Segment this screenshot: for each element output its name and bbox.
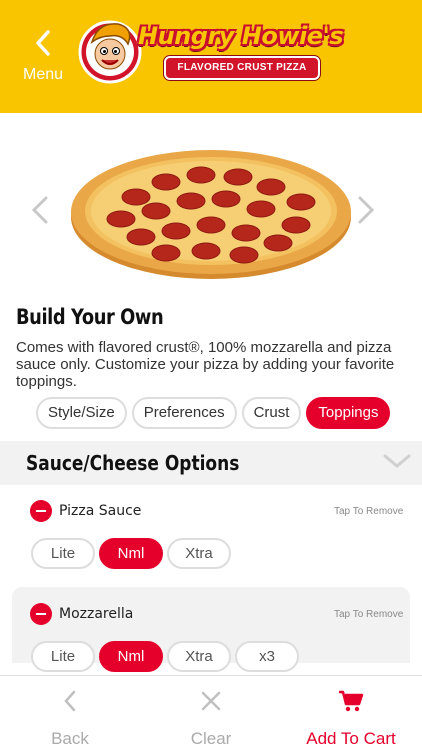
amount-nml-button[interactable]: Nml <box>99 538 163 569</box>
chevron-down-icon[interactable] <box>383 453 411 469</box>
bottom-action-bar: Back Clear Add To Cart <box>0 675 422 750</box>
tab-toppings[interactable]: Toppings <box>306 397 391 429</box>
menu-label: Menu <box>22 66 64 83</box>
remove-icon[interactable] <box>30 500 52 522</box>
mascot-icon <box>78 20 142 84</box>
back-label: Back <box>51 729 89 748</box>
close-icon <box>201 691 221 711</box>
product-image-carousel[interactable] <box>0 113 422 303</box>
clear-button[interactable]: Clear <box>141 676 281 750</box>
brand-logo: Hungry Howie's FLAVORED CRUST PIZZA <box>78 14 348 86</box>
tab-style-size[interactable]: Style/Size <box>36 397 127 429</box>
remove-icon[interactable] <box>30 603 52 625</box>
clear-label: Clear <box>190 729 232 748</box>
back-button[interactable]: Back <box>0 676 140 750</box>
amount-xtra-button[interactable]: Xtra <box>167 538 231 569</box>
logo-wordmark: Hungry Howie's <box>138 22 344 50</box>
logo-tagline: FLAVORED CRUST PIZZA <box>166 58 318 78</box>
option-mozzarella: Mozzarella Tap To Remove Lite Nml Xtra x… <box>12 587 410 672</box>
amount-selector: Lite Nml Xtra <box>31 538 231 569</box>
amount-x3-button[interactable]: x3 <box>235 641 299 672</box>
section-header[interactable]: Sauce/Cheese Options <box>0 441 422 485</box>
tab-preferences[interactable]: Preferences <box>131 397 237 429</box>
option-name: Pizza Sauce <box>59 503 142 519</box>
pizza-image <box>71 150 351 279</box>
carousel-next-icon[interactable] <box>356 195 376 225</box>
product-description: Comes with flavored crust®, 100% mozzare… <box>16 339 395 390</box>
amount-nml-button[interactable]: Nml <box>99 641 163 672</box>
tap-to-remove-label[interactable]: Tap To Remove <box>334 609 403 620</box>
option-name: Mozzarella <box>59 606 134 622</box>
add-to-cart-label: Add To Cart <box>306 729 396 748</box>
section-title: Sauce/Cheese Options <box>26 451 240 475</box>
amount-selector: Lite Nml Xtra x3 <box>31 641 299 672</box>
chevron-left-icon <box>36 30 50 56</box>
carousel-prev-icon[interactable] <box>30 195 50 225</box>
cart-icon <box>339 690 364 712</box>
tap-to-remove-label[interactable]: Tap To Remove <box>334 506 403 517</box>
amount-xtra-button[interactable]: Xtra <box>167 641 231 672</box>
product-title: Build Your Own <box>16 305 164 329</box>
menu-button[interactable]: Menu <box>18 30 68 90</box>
amount-lite-button[interactable]: Lite <box>31 538 95 569</box>
tab-crust[interactable]: Crust <box>241 397 302 429</box>
chevron-left-icon <box>64 690 76 712</box>
amount-lite-button[interactable]: Lite <box>31 641 95 672</box>
customize-tabs: Style/Size Preferences Crust Toppings <box>36 397 391 430</box>
add-to-cart-button[interactable]: Add To Cart <box>281 676 421 750</box>
app-header: Menu Hungry Howie's FLAVORED CRUST PIZZA <box>0 0 422 113</box>
option-pizza-sauce: Pizza Sauce Tap To Remove Lite Nml Xtra <box>0 488 422 583</box>
